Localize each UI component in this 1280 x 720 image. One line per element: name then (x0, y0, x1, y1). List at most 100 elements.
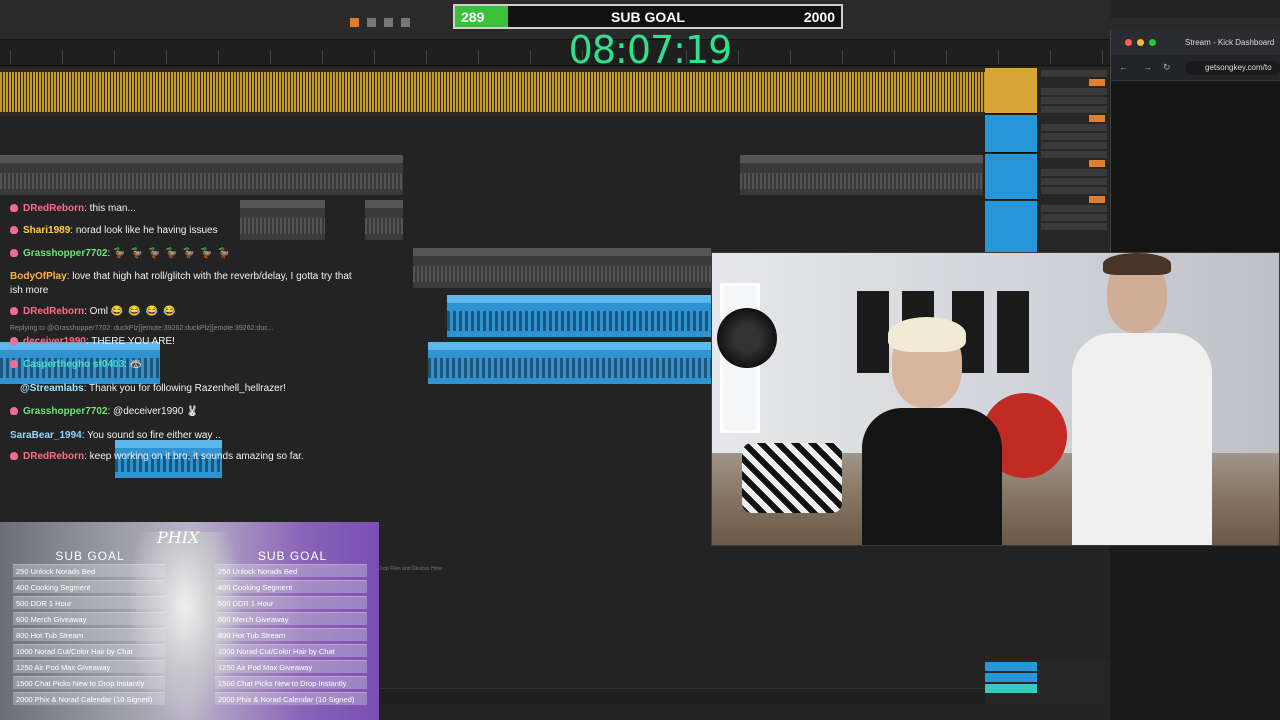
chat-username[interactable]: Shari1989 (23, 225, 70, 236)
back-icon[interactable]: ← (1119, 62, 1128, 72)
chat-username[interactable]: DRedReborn (23, 203, 84, 214)
browser-content (1111, 82, 1280, 252)
chat-text: : Oml (84, 306, 111, 317)
chat-emotes: 🐰 (186, 406, 204, 417)
browser-titlebar: Stream - Kick Dashboard (1111, 30, 1280, 55)
chat-text: : You sound so fire either way .. (81, 430, 221, 441)
ruler-tick (530, 50, 531, 64)
badge-icon (10, 204, 18, 213)
sub-goal-bar: 289 SUB GOAL 2000 (453, 4, 843, 29)
sub-goal-item: 800 Hot Tub Stream (215, 628, 367, 641)
chat-message: DRedReborn: this man... (10, 202, 136, 216)
return-tracks[interactable] (985, 660, 1110, 705)
audio-clip-selected[interactable] (447, 295, 711, 337)
sub-goal-item: 500 DDR 1 Hour (13, 596, 165, 609)
chat-username[interactable]: deceiver1990 (23, 336, 86, 347)
chat-username[interactable]: Casperthegho st0403 (23, 359, 124, 370)
timeline-ruler[interactable] (0, 40, 1110, 66)
chat-username[interactable]: BodyOfPlay (10, 271, 67, 282)
sub-goal-panel: PHIX SUB GOAL 250 Unlock Norads Bed 400 C… (0, 522, 379, 720)
mixer-controls[interactable] (1039, 68, 1109, 253)
ruler-tick (842, 50, 843, 64)
chat-username[interactable]: @Streamlabs (20, 383, 84, 394)
ruler-tick (790, 50, 791, 64)
chat-message: Casperthegho st0403: 🦝 (10, 358, 147, 372)
mixer-strip[interactable] (985, 201, 1037, 253)
stop-icon[interactable] (401, 18, 410, 27)
sub-goal-item: 400 Cooking Segment (215, 580, 367, 593)
chat-emotes: 🦆🦆🦆🦆🦆🦆🦆 (113, 248, 236, 259)
ruler-tick (218, 50, 219, 64)
audio-clip[interactable] (740, 155, 983, 195)
forward-icon[interactable]: → (1143, 62, 1152, 72)
browser-window: Stream - Kick Dashboard ← → ↻ getsongkey… (1110, 30, 1280, 252)
sub-goal-item: 1250 Air Pod Max Giveaway (13, 660, 165, 673)
audio-clip[interactable] (413, 248, 711, 288)
streamer-right (1067, 253, 1217, 545)
close-window-icon[interactable] (1125, 39, 1132, 46)
audio-clip-selected[interactable] (428, 342, 711, 384)
play-icon[interactable] (384, 18, 393, 27)
ruler-tick (322, 50, 323, 64)
system-menu-bar (1110, 18, 1280, 30)
transport-controls (350, 18, 410, 27)
phix-logo: PHIX (157, 528, 200, 547)
chat-message: DRedReborn: keep working on it bro, it s… (10, 450, 304, 464)
zebra-chair (742, 443, 842, 513)
sub-goal-item: 600 Merch Giveaway (215, 612, 367, 625)
webcam-feed (711, 252, 1280, 546)
stream-timer: 08:07:19 (568, 28, 733, 72)
loop-icon[interactable] (367, 18, 376, 27)
ruler-tick (62, 50, 63, 64)
reply-note: Replying to @Grasshopper7702: duckPlz][e… (10, 325, 274, 332)
pop-filter (717, 308, 777, 368)
record-icon[interactable] (350, 18, 359, 27)
chat-message: @Streamlabs: Thank you for following Raz… (20, 382, 286, 396)
mixer-strip[interactable] (985, 68, 1037, 114)
badge-icon (10, 226, 18, 235)
bottom-ruler[interactable] (380, 688, 985, 704)
chat-text: : this man... (84, 203, 136, 214)
browser-tab[interactable]: Stream - Kick Dashboard (1185, 38, 1274, 47)
mixer-strip[interactable] (985, 115, 1037, 153)
minimize-window-icon[interactable] (1137, 39, 1144, 46)
chat-username[interactable]: SaraBear_1994 (10, 430, 82, 441)
chat-username[interactable]: Grasshopper7702 (23, 406, 108, 417)
sub-goal-item: 400 Cooking Segment (13, 580, 165, 593)
address-bar[interactable]: getsongkey.com/to (1185, 61, 1280, 75)
mixer-strip[interactable] (985, 154, 1037, 200)
chat-message: deceiver1990: THERE YOU ARE! (10, 335, 175, 349)
reload-icon[interactable]: ↻ (1163, 62, 1171, 73)
chat-message: Grasshopper7702: 🦆🦆🦆🦆🦆🦆🦆 (10, 247, 235, 261)
audio-clip[interactable] (240, 200, 325, 240)
chat-username[interactable]: Grasshopper7702 (23, 248, 108, 259)
sub-goal-item: 1000 Norad Cut/Color Hair by Chat (215, 644, 367, 657)
audio-clip[interactable] (0, 155, 403, 195)
sub-goal-item: 250 Unlock Norads Bed (215, 564, 367, 577)
sub-goal-item: 600 Merch Giveaway (13, 612, 165, 625)
waveform (0, 72, 985, 112)
sub-goal-item: 2000 Phix & Norad Calendar (10 Signed) (13, 692, 165, 705)
sub-goal-title: SUB GOAL (611, 9, 685, 25)
chat-username[interactable]: DRedReborn (23, 451, 84, 462)
sub-goal-item: 1500 Chat Picks New to Drop Instantly (215, 676, 367, 689)
sub-goal-item: 1000 Norad Cut/Color Hair by Chat (13, 644, 165, 657)
chat-text: : THERE YOU ARE! (85, 336, 175, 347)
audio-track-1[interactable] (0, 68, 985, 116)
chat-text: : @deceiver1990 (107, 406, 187, 417)
sub-goal-target: 2000 (803, 9, 835, 25)
sub-goal-item: 250 Unlock Norads Bed (13, 564, 165, 577)
sub-goal-heading: SUB GOAL (257, 549, 328, 563)
chat-username[interactable]: DRedReborn (23, 306, 84, 317)
ruler-tick (114, 50, 115, 64)
badge-icon (10, 452, 18, 461)
chat-message: Shari1989: norad look like he having iss… (10, 224, 218, 238)
ruler-tick (10, 50, 11, 64)
audio-clip[interactable] (365, 200, 403, 240)
maximize-window-icon[interactable] (1149, 39, 1156, 46)
ruler-tick (894, 50, 895, 64)
ruler-tick (1050, 50, 1051, 64)
chat-text: : norad look like he having issues (70, 225, 218, 236)
ruler-tick (374, 50, 375, 64)
badge-icon (10, 360, 18, 369)
